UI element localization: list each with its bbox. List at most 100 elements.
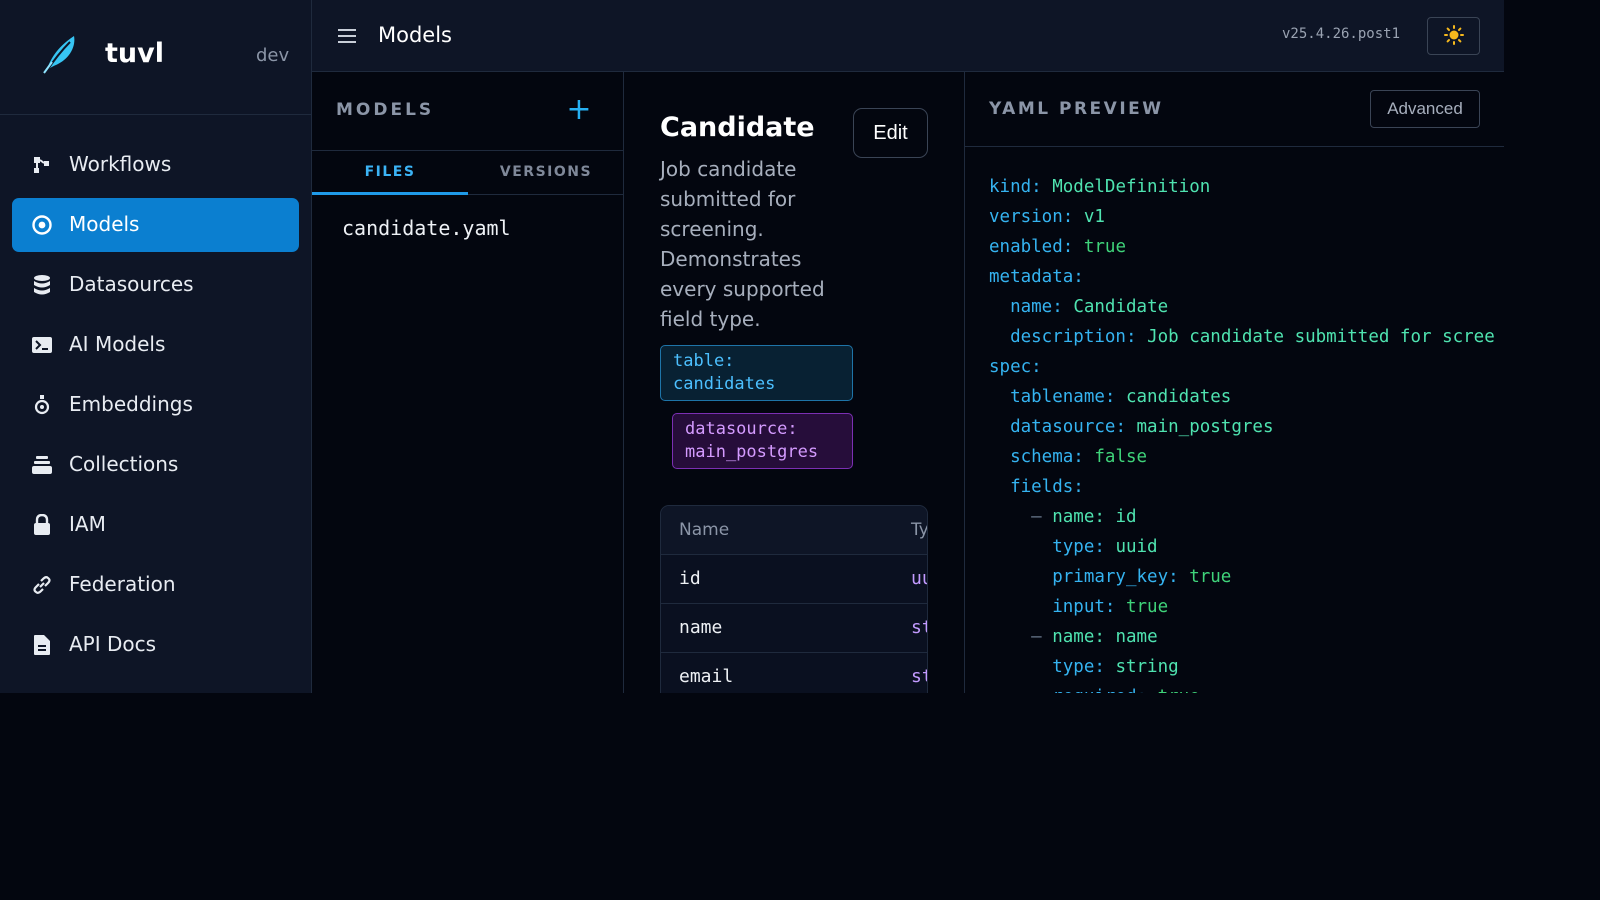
database-icon xyxy=(30,273,54,297)
theme-toggle-button[interactable] xyxy=(1427,17,1480,55)
yaml-colon: : xyxy=(1094,537,1116,557)
yaml-line: kind: ModelDefinition xyxy=(989,172,1495,202)
sidebar-item-label: API Docs xyxy=(69,632,157,656)
model-name: Candidate xyxy=(660,112,815,143)
table-tag: table: candidates xyxy=(660,345,853,401)
sidebar-item-label: Datasources xyxy=(69,272,194,296)
table-row[interactable]: name st xyxy=(661,604,927,653)
sidebar-nav: Workflows Models Datasources AI Models E… xyxy=(12,138,299,678)
yaml-key: version xyxy=(989,207,1063,227)
yaml-value: uuid xyxy=(1115,537,1158,557)
sidebar-item-federation[interactable]: Federation xyxy=(12,558,299,612)
sun-icon xyxy=(1443,24,1464,48)
sidebar-item-models[interactable]: Models xyxy=(12,198,299,252)
yaml-key: spec xyxy=(989,357,1032,377)
yaml-indent xyxy=(989,507,1031,527)
yaml-colon: : xyxy=(1062,237,1084,257)
yaml-preview-panel: YAML PREVIEW Advanced kind: ModelDefinit… xyxy=(965,72,1504,693)
yaml-indent xyxy=(989,687,1052,693)
yaml-colon: : xyxy=(1052,297,1074,317)
yaml-list-dash: – xyxy=(1031,627,1053,647)
top-bar: Models v25.4.26.post1 xyxy=(312,0,1504,72)
yaml-key: name xyxy=(1010,297,1053,317)
yaml-line: tablename: candidates xyxy=(989,382,1495,412)
yaml-indent xyxy=(989,657,1052,677)
yaml-colon: : xyxy=(1168,567,1190,587)
yaml-key: input xyxy=(1052,597,1105,617)
sidebar-item-workflows[interactable]: Workflows xyxy=(12,138,299,192)
yaml-key: required xyxy=(1052,687,1136,693)
yaml-line: description: Job candidate submitted for… xyxy=(989,322,1495,352)
sidebar-item-label: IAM xyxy=(69,512,106,536)
tab-files[interactable]: FILES xyxy=(312,151,468,195)
page-title: Models xyxy=(378,23,452,47)
models-tabs: FILES VERSIONS xyxy=(312,151,623,195)
yaml-indent xyxy=(989,627,1031,647)
yaml-line: type: uuid xyxy=(989,532,1495,562)
sidebar-item-datasources[interactable]: Datasources xyxy=(12,258,299,312)
tab-versions[interactable]: VERSIONS xyxy=(468,151,624,195)
version-label: v25.4.26.post1 xyxy=(1282,26,1401,42)
hamburger-menu-icon[interactable] xyxy=(338,28,356,44)
yaml-value: true xyxy=(1158,687,1200,693)
yaml-key: description xyxy=(1010,327,1126,347)
brand-name[interactable]: tuvl xyxy=(105,38,164,69)
advanced-button[interactable]: Advanced xyxy=(1370,90,1480,128)
yaml-line: datasource: main_postgres xyxy=(989,412,1495,442)
model-detail-panel: Candidate Edit Job candidate submitted f… xyxy=(624,72,965,693)
yaml-indent xyxy=(989,297,1010,317)
yaml-colon: : xyxy=(1073,477,1095,497)
yaml-indent xyxy=(989,327,1010,347)
yaml-key: schema xyxy=(1010,447,1074,467)
yaml-indent xyxy=(989,387,1010,407)
yaml-key: name xyxy=(1052,507,1095,527)
edit-button[interactable]: Edit xyxy=(853,108,928,158)
yaml-value: true xyxy=(1083,237,1126,257)
yaml-key: fields xyxy=(1010,477,1074,497)
yaml-code-block[interactable]: kind: ModelDefinition version: v1 enabled:… xyxy=(989,172,1495,693)
yaml-line: name: Candidate xyxy=(989,292,1495,322)
table-row[interactable]: id uu xyxy=(661,555,927,604)
link-icon xyxy=(30,573,54,597)
yaml-indent xyxy=(989,537,1052,557)
yaml-colon: : xyxy=(1094,507,1116,527)
yaml-colon: : xyxy=(1104,597,1126,617)
yaml-preview-title: YAML PREVIEW xyxy=(989,99,1164,119)
sidebar-item-iam[interactable]: IAM xyxy=(12,498,299,552)
yaml-line: input: true xyxy=(989,592,1495,622)
yaml-colon: : xyxy=(1125,327,1148,347)
table-row[interactable]: email st xyxy=(661,653,927,693)
sidebar-item-label: Workflows xyxy=(69,152,172,176)
file-item-candidate[interactable]: candidate.yaml xyxy=(342,216,511,240)
add-model-button[interactable]: + xyxy=(566,95,592,126)
yaml-value: main_postgres xyxy=(1136,417,1274,437)
column-header-type[interactable]: Ty xyxy=(911,506,927,554)
field-name-cell: id xyxy=(679,568,701,589)
yaml-value: ModelDefinition xyxy=(1052,177,1211,197)
yaml-preview-header: YAML PREVIEW Advanced xyxy=(965,72,1504,147)
column-header-name[interactable]: Name xyxy=(679,506,729,554)
yaml-colon: : xyxy=(1073,447,1095,467)
yaml-colon: : xyxy=(1115,417,1137,437)
yaml-list-dash: – xyxy=(1031,507,1053,527)
yaml-colon: : xyxy=(1094,627,1116,647)
sidebar-item-api-docs[interactable]: API Docs xyxy=(12,618,299,672)
collections-icon xyxy=(30,453,54,477)
sidebar-item-embeddings[interactable]: Embeddings xyxy=(12,378,299,432)
yaml-colon: : xyxy=(1073,267,1095,287)
yaml-line: type: string xyxy=(989,652,1495,682)
sidebar-item-collections[interactable]: Collections xyxy=(12,438,299,492)
yaml-line: schema: false xyxy=(989,442,1495,472)
sidebar-item-label: Models xyxy=(69,212,140,236)
sidebar-item-ai-models[interactable]: AI Models xyxy=(12,318,299,372)
yaml-key: datasource xyxy=(1010,417,1116,437)
models-panel-header: MODELS + xyxy=(312,72,623,151)
yaml-value: id xyxy=(1115,507,1137,527)
yaml-value: v1 xyxy=(1083,207,1105,227)
yaml-colon: : xyxy=(1104,387,1126,407)
yaml-indent xyxy=(989,597,1052,617)
document-icon xyxy=(30,633,54,657)
yaml-indent xyxy=(989,477,1010,497)
environment-label: dev xyxy=(256,45,290,66)
datasource-tag: datasource: main_postgres xyxy=(672,413,853,469)
